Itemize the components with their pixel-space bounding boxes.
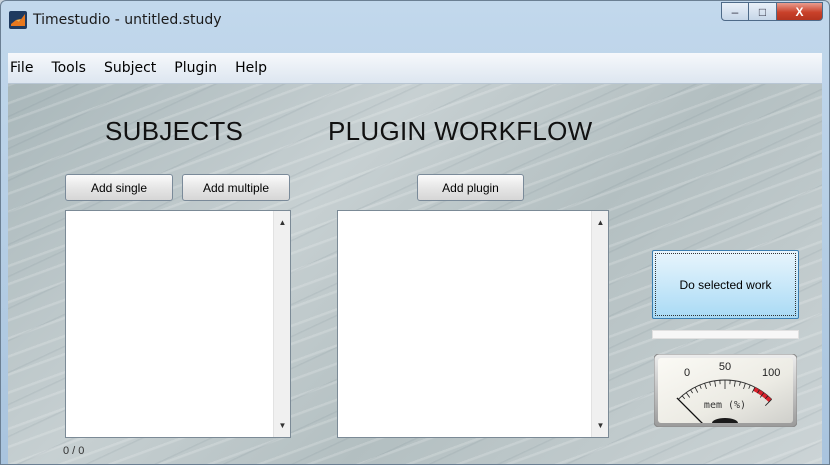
window-controls: – □ X: [721, 2, 823, 22]
plugin-workflow-list-scrollbar[interactable]: ▲ ▼: [591, 211, 608, 437]
do-selected-work-button[interactable]: Do selected work: [652, 250, 799, 319]
scroll-up-arrow-icon[interactable]: ▲: [274, 214, 291, 231]
add-plugin-button[interactable]: Add plugin: [417, 174, 524, 201]
maximize-icon: □: [758, 4, 767, 19]
close-icon: X: [795, 4, 804, 19]
progress-bar: [652, 330, 799, 339]
scroll-up-arrow-icon[interactable]: ▲: [592, 214, 609, 231]
plugin-workflow-list[interactable]: ▲ ▼: [337, 210, 609, 438]
scroll-down-arrow-icon[interactable]: ▼: [274, 417, 291, 434]
meter-scale-label: 0: [684, 367, 690, 379]
title-bar[interactable]: Timestudio - untitled.study – □ X: [1, 1, 829, 53]
meter-scale-label: 100: [762, 367, 780, 379]
menu-help[interactable]: Help: [226, 60, 276, 76]
subjects-heading: SUBJECTS: [105, 116, 244, 146]
subject-counter: 0 / 0: [63, 445, 85, 457]
maximize-button[interactable]: □: [749, 2, 777, 21]
matlab-logo-icon: [9, 11, 27, 29]
scroll-down-arrow-icon[interactable]: ▼: [592, 417, 609, 434]
menu-file[interactable]: File: [8, 60, 42, 76]
add-multiple-button[interactable]: Add multiple: [182, 174, 290, 201]
menu-plugin[interactable]: Plugin: [165, 60, 226, 76]
menu-bar: File Tools Subject Plugin Help: [8, 53, 822, 84]
subjects-list[interactable]: ▲ ▼: [65, 210, 291, 438]
meter-scale-label: 50: [719, 361, 731, 373]
window-title: Timestudio - untitled.study: [33, 12, 222, 28]
memory-meter: 0 50 100 mem (%): [654, 354, 797, 427]
meter-unit-label: mem (%): [704, 400, 746, 411]
close-button[interactable]: X: [777, 2, 823, 21]
app-window: Timestudio - untitled.study – □ X File T…: [0, 0, 830, 465]
subjects-list-scrollbar[interactable]: ▲ ▼: [273, 211, 290, 437]
add-single-button[interactable]: Add single: [65, 174, 173, 201]
menu-subject[interactable]: Subject: [95, 60, 165, 76]
menu-tools[interactable]: Tools: [42, 60, 95, 76]
minimize-icon: –: [731, 4, 739, 19]
main-panel: SUBJECTS PLUGIN WORKFLOW Add single Add …: [8, 84, 822, 464]
minimize-button[interactable]: –: [721, 2, 749, 21]
plugin-workflow-heading: PLUGIN WORKFLOW: [328, 116, 593, 146]
